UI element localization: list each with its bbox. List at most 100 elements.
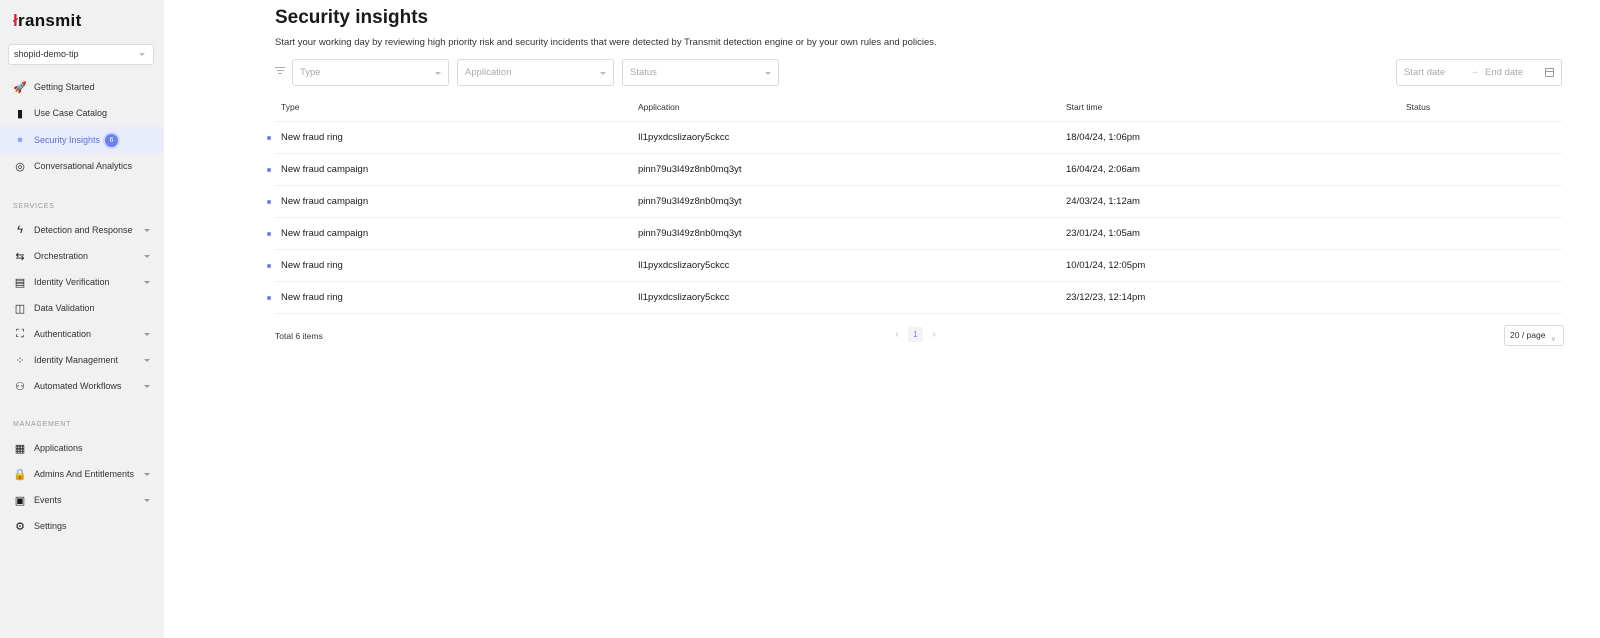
sidebar-item-automated-workflows[interactable]: ⚇ Automated Workflows [0, 373, 164, 399]
cell-type: New fraud ring [281, 260, 343, 271]
unread-dot-icon [267, 136, 271, 140]
unread-dot-icon [267, 264, 271, 268]
cell-type: New fraud campaign [281, 164, 369, 175]
status-filter-select[interactable]: Status [622, 59, 779, 86]
table-row[interactable]: New fraud campaign pinn79u3l49z8nb0mq3yt 2… [267, 218, 1562, 250]
type-filter-select[interactable]: Type [292, 59, 449, 86]
chevron-down-icon [435, 72, 441, 75]
calendar-icon: ▣ [14, 494, 26, 507]
table-row[interactable]: New fraud campaign pinn79u3l49z8nb0mq3yt 2… [267, 186, 1562, 218]
data-validation-icon: ◫ [14, 302, 26, 315]
grid-icon: ▦ [14, 442, 26, 455]
page-size-select[interactable]: 20 / page ∨ [1504, 325, 1564, 346]
count-badge: 6 [105, 133, 119, 147]
page-button-current[interactable]: 1 [908, 327, 923, 342]
sidebar-item-label: Data Validation [34, 303, 95, 313]
page-title: Security insights [275, 7, 429, 28]
sidebar-item-identity-management[interactable]: ⁘ Identity Management [0, 347, 164, 373]
sidebar-item-label: Admins And Entitlements [34, 469, 135, 479]
sidebar-item-settings[interactable]: ⚙ Settings [0, 513, 164, 539]
column-header-type[interactable]: Type [281, 102, 299, 112]
cell-start-time: 10/01/24, 12:05pm [1066, 260, 1146, 271]
table-row[interactable]: New fraud ring Il1pyxdcslizaory5ckcc 18/04… [267, 122, 1562, 154]
sidebar-item-label: Detection and Response [34, 225, 133, 235]
unread-dot-icon [267, 296, 271, 300]
sidebar-item-security-insights[interactable]: ● Security Insights 6 [0, 127, 164, 153]
select-placeholder: Status [630, 67, 657, 78]
sidebar-item-admins-and-entitlements[interactable]: 🔒 Admins And Entitlements [0, 461, 164, 487]
insights-table: Type Application Start time Status New f… [267, 94, 1562, 314]
sidebar-item-getting-started[interactable]: 🚀 Getting Started [0, 74, 164, 100]
sidebar-item-data-validation[interactable]: ◫ Data Validation [0, 295, 164, 321]
cell-application: pinn79u3l49z8nb0mq3yt [638, 196, 742, 207]
chevron-left-icon[interactable]: ‹ [890, 329, 904, 340]
sidebar-item-label: Identity Management [34, 355, 119, 365]
pagination: ‹ 1 › [890, 327, 941, 342]
workflow-icon: ⚇ [15, 380, 25, 393]
end-date-input[interactable]: End date [1485, 67, 1523, 78]
section-header-services: SERVICES [13, 203, 55, 210]
select-placeholder: Type [300, 67, 321, 78]
table-row[interactable]: New fraud ring Il1pyxdcslizaory5ckcc 10/01… [267, 250, 1562, 282]
sidebar-item-label: Identity Verification [34, 277, 110, 287]
date-range-picker[interactable]: Start date → End date [1396, 59, 1562, 86]
page-subtitle: Start your working day by reviewing high… [275, 37, 937, 48]
tenant-selector[interactable]: shopid-demo-tip [8, 44, 154, 65]
filter-icon[interactable] [275, 67, 285, 76]
sidebar-item-applications[interactable]: ▦ Applications [0, 435, 164, 461]
identity-management-icon: ⁘ [15, 354, 25, 367]
sidebar-item-label: Automated Workflows [34, 381, 122, 391]
sidebar-item-conversational-analytics[interactable]: ◎ Conversational Analytics [0, 153, 164, 179]
column-header-application[interactable]: Application [638, 102, 680, 112]
app: łransmit shopid-demo-tip 🚀 Getting Start… [0, 0, 1600, 638]
rocket-icon: 🚀 [13, 81, 27, 94]
calendar-icon[interactable] [1545, 68, 1554, 77]
chevron-right-icon[interactable]: › [927, 329, 941, 340]
sidebar-item-label: Conversational Analytics [34, 161, 133, 171]
sidebar-item-authentication[interactable]: ⛶ Authentication [0, 321, 164, 347]
unread-dot-icon [267, 232, 271, 236]
cell-start-time: 23/12/23, 12:14pm [1066, 292, 1146, 303]
sidebar-item-use-case-catalog[interactable]: ▮ Use Case Catalog [0, 100, 164, 126]
tenant-name: shopid-demo-tip [14, 49, 79, 59]
logo-text: ransmit [18, 11, 82, 30]
sidebar-item-events[interactable]: ▣ Events [0, 487, 164, 513]
start-date-input[interactable]: Start date [1404, 67, 1445, 78]
cell-application: pinn79u3l49z8nb0mq3yt [638, 228, 742, 239]
gears-icon: ⚙ [15, 520, 25, 533]
section-header-management: MANAGEMENT [13, 421, 72, 428]
sidebar-item-identity-verification[interactable]: ▤ Identity Verification [0, 269, 164, 295]
chevron-down-icon [600, 72, 606, 75]
cell-start-time: 16/04/24, 2:06am [1066, 164, 1140, 175]
select-placeholder: Application [465, 67, 512, 78]
table-row[interactable]: New fraud ring Il1pyxdcslizaory5ckcc 23/12… [267, 282, 1562, 314]
cell-type: New fraud ring [281, 292, 343, 303]
cell-start-time: 24/03/24, 1:12am [1066, 196, 1140, 207]
column-header-status[interactable]: Status [1406, 102, 1430, 112]
chevron-down-icon [139, 53, 145, 56]
cell-application: pinn79u3l49z8nb0mq3yt [638, 164, 742, 175]
sidebar-item-label: Getting Started [34, 82, 95, 92]
cell-application: Il1pyxdcslizaory5ckcc [638, 292, 730, 303]
sidebar-item-detection-and-response[interactable]: ϟ Detection and Response [0, 217, 164, 243]
table-body: New fraud ring Il1pyxdcslizaory5ckcc 18/04… [267, 122, 1562, 314]
transmit-logo[interactable]: łransmit [13, 11, 82, 31]
chevron-down-icon [144, 229, 150, 232]
cell-type: New fraud campaign [281, 228, 369, 239]
application-filter-select[interactable]: Application [457, 59, 614, 86]
chevron-down-icon [144, 385, 150, 388]
cell-start-time: 23/01/24, 1:05am [1066, 228, 1140, 239]
lock-icon: 🔒 [13, 468, 27, 481]
chevron-down-icon [144, 255, 150, 258]
chevron-down-icon [765, 72, 771, 75]
column-header-start-time[interactable]: Start time [1066, 102, 1102, 112]
sidebar-item-label: Applications [34, 443, 83, 453]
unread-dot-icon [267, 200, 271, 204]
cell-application: Il1pyxdcslizaory5ckcc [638, 132, 730, 143]
arrow-right-icon: → [1470, 66, 1480, 77]
sidebar-item-label: Authentication [34, 329, 92, 339]
lightning-icon: ϟ [17, 224, 23, 236]
sidebar-item-orchestration[interactable]: ⇆ Orchestration [0, 243, 164, 269]
total-items-label: Total 6 items [275, 331, 323, 341]
table-row[interactable]: New fraud campaign pinn79u3l49z8nb0mq3yt 1… [267, 154, 1562, 186]
